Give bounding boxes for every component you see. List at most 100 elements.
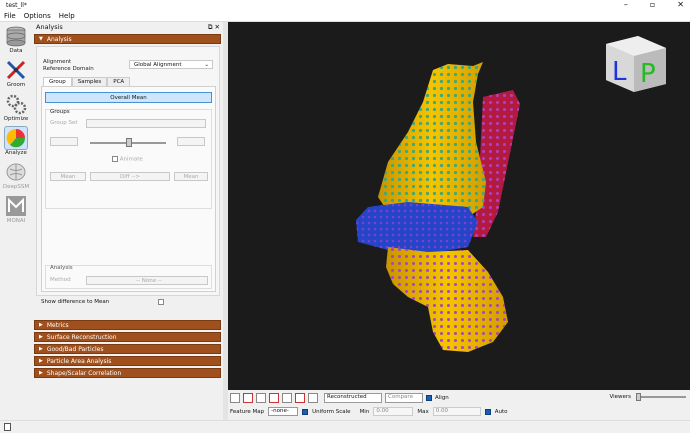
analysis-tabs: Group Samples PCA [43, 77, 131, 86]
analysis-subtitle: Analysis [50, 265, 73, 271]
tool-optimize[interactable]: Optimize [0, 90, 32, 124]
group-set-label: Group Set [50, 120, 78, 126]
menu-bar: File Options Help [0, 11, 690, 22]
uniform-scale-checkbox[interactable] [302, 408, 309, 415]
show-diff-checkbox[interactable] [158, 299, 164, 305]
tool-deepssm[interactable]: DeepSSM [0, 158, 32, 192]
panel-float-controls[interactable]: ⧉ ✕ [208, 23, 220, 32]
slider-handle[interactable] [126, 138, 132, 147]
auto-label: Auto [494, 408, 508, 415]
section-good-bad-particles[interactable]: ▶ Good/Bad Particles [34, 344, 221, 354]
section-particle-area[interactable]: ▶ Particle Area Analysis [34, 356, 221, 366]
tool-data[interactable]: Data [0, 22, 32, 56]
auto-checkbox[interactable] [484, 408, 491, 415]
tool-monai[interactable]: MONAI [0, 192, 32, 226]
lower-bone-mesh [386, 247, 508, 352]
alignment-select[interactable]: Global Alignment ⌄ [129, 60, 213, 69]
menu-options[interactable]: Options [24, 12, 51, 20]
tibia-mesh [356, 202, 478, 254]
cube-label-right: P [640, 59, 656, 89]
grid-layout-icon[interactable] [230, 393, 240, 403]
analysis-method-box: Analysis Method -- None -- [45, 265, 212, 289]
section-surface-reconstruction[interactable]: ▶ Surface Reconstruction [34, 332, 221, 342]
groom-icon [4, 58, 28, 82]
tool-analyze[interactable]: Analyze [0, 124, 32, 158]
method-label: Method [50, 277, 71, 283]
maximize-button[interactable]: ▫ [650, 0, 655, 9]
tool-groom[interactable]: Groom [0, 56, 32, 90]
max-input[interactable]: 0.00 [432, 407, 481, 416]
method-select[interactable]: -- None -- [86, 276, 208, 285]
tab-samples[interactable]: Samples [71, 77, 108, 86]
module-toolbar: Data Groom Optimize Analyze DeepSSM MONA… [0, 22, 32, 420]
femur-mesh [378, 62, 486, 217]
menu-file[interactable]: File [4, 12, 16, 20]
glyph-menu-icon[interactable] [282, 393, 292, 403]
panel-header: Analysis ⧉ ✕ [33, 22, 223, 32]
monai-icon [4, 194, 28, 218]
uniform-scale-label: Uniform Scale [312, 408, 351, 415]
group-set-select[interactable] [86, 119, 206, 128]
3d-viewport[interactable]: L P [228, 22, 690, 390]
viewers-slider-handle[interactable] [636, 393, 641, 401]
groups-title: Groups [50, 109, 70, 115]
group-left-select[interactable] [50, 137, 78, 146]
expand-icon: ▶ [39, 334, 43, 340]
status-bar [0, 420, 690, 433]
compare-select[interactable]: Compare [385, 393, 423, 403]
expand-icon: ▶ [39, 370, 43, 376]
viewer-controls: Reconstructed Compare Align Viewers Feat… [228, 390, 690, 420]
analyze-icon [4, 126, 28, 150]
reset-view-icon[interactable] [243, 393, 253, 403]
log-icon[interactable] [4, 423, 11, 431]
glyph-icon[interactable] [269, 393, 279, 403]
reference-domain-label: Reference Domain [43, 66, 94, 72]
overall-mean-button[interactable]: Overall Mean [45, 92, 212, 103]
section-metrics[interactable]: ▶ Metrics [34, 320, 221, 330]
deepssm-icon [4, 160, 28, 184]
min-input[interactable]: 0.00 [373, 407, 414, 416]
panel-title: Analysis [36, 23, 63, 31]
diff-button[interactable]: Diff --> [90, 172, 170, 181]
expand-icon: ▶ [39, 346, 43, 352]
viewers-label: Viewers [609, 394, 631, 400]
window-title: test_ll* [6, 2, 27, 9]
section-analysis[interactable]: ▼ Analysis [34, 34, 221, 44]
feature-map-select[interactable]: -none- [268, 407, 299, 416]
mean-right-button[interactable]: Mean [174, 172, 208, 181]
data-icon [4, 24, 28, 48]
mean-left-button[interactable]: Mean [50, 172, 86, 181]
menu-help[interactable]: Help [59, 12, 75, 20]
viewers-slider[interactable] [636, 393, 686, 401]
alignment-label: Alignment [43, 59, 72, 65]
analysis-content: Alignment Reference Domain Global Alignm… [36, 46, 220, 296]
animate-checkbox[interactable]: Animate [112, 156, 143, 163]
group-right-select[interactable] [177, 137, 205, 146]
analysis-panel: Analysis ⧉ ✕ ▼ Analysis Alignment Refere… [33, 22, 223, 420]
view-mode-select[interactable]: Reconstructed [324, 393, 382, 403]
feature-map-label: Feature Map [230, 408, 265, 415]
optimize-icon [4, 92, 28, 116]
chevron-down-icon: ⌄ [204, 61, 209, 68]
section-shape-scalar[interactable]: ▶ Shape/Scalar Correlation [34, 368, 221, 378]
groups-box: Groups Group Set Animate Mean Diff --> M… [45, 109, 212, 209]
expand-icon: ▶ [39, 322, 43, 328]
minimize-button[interactable]: – [624, 0, 628, 9]
snapshot-icon[interactable] [256, 393, 266, 403]
surface-icon[interactable] [295, 393, 305, 403]
align-checkbox[interactable] [426, 395, 432, 401]
align-label: Align [435, 395, 449, 401]
expand-icon: ▶ [39, 358, 43, 364]
close-button[interactable]: ✕ [677, 0, 684, 9]
cube-label-left: L [612, 57, 627, 87]
window-titlebar: test_ll* – ▫ ✕ [0, 0, 690, 11]
tab-group[interactable]: Group [43, 77, 72, 86]
min-label: Min [359, 408, 370, 415]
collapse-icon: ▼ [39, 36, 43, 42]
knee-render: L P [356, 36, 666, 352]
max-label: Max [417, 408, 429, 415]
show-diff-row: Show difference to Mean [33, 296, 223, 310]
surface-menu-icon[interactable] [308, 393, 318, 403]
tab-pca[interactable]: PCA [107, 77, 131, 86]
orientation-cube[interactable]: L P [606, 36, 666, 92]
